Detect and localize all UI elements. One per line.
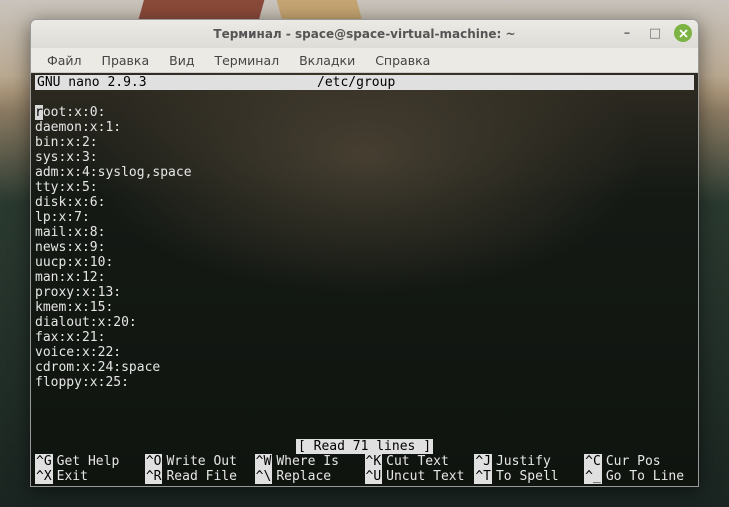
shortcut-key: ^_: [584, 469, 602, 484]
shortcut-label: Go To Line: [602, 469, 684, 484]
shortcut-item: ^CCur Pos: [584, 454, 694, 469]
shortcut-label: Write Out: [162, 454, 236, 469]
shortcut-label: Where Is: [272, 454, 339, 469]
shortcut-key: ^G: [35, 454, 53, 469]
shortcut-label: Exit: [53, 469, 88, 484]
menu-terminal[interactable]: Терминал: [206, 51, 287, 70]
nano-filename: /etc/group: [317, 75, 395, 90]
shortcut-item: ^GGet Help: [35, 454, 145, 469]
shortcut-item: ^XExit: [35, 469, 145, 484]
shortcut-key: ^T: [474, 469, 492, 484]
shortcut-key: ^W: [255, 454, 273, 469]
nano-cursor: r: [35, 105, 43, 120]
menubar: Файл Правка Вид Терминал Вкладки Справка: [31, 48, 698, 73]
shortcut-label: Uncut Text: [382, 469, 464, 484]
titlebar[interactable]: Терминал - space@space-virtual-machine: …: [31, 20, 698, 48]
close-button[interactable]: [674, 24, 692, 42]
nano-shortcut-bar: ^GGet Help^OWrite Out^WWhere Is^KCut Tex…: [35, 454, 694, 484]
menu-edit[interactable]: Правка: [94, 51, 158, 70]
shortcut-key: ^X: [35, 469, 53, 484]
shortcut-item: ^UUncut Text: [365, 469, 475, 484]
shortcut-item: ^KCut Text: [365, 454, 475, 469]
shortcut-key: ^R: [145, 469, 163, 484]
shortcut-key: ^K: [365, 454, 383, 469]
shortcut-label: Replace: [272, 469, 331, 484]
menu-tabs[interactable]: Вкладки: [291, 51, 363, 70]
shortcut-label: Justify: [492, 454, 551, 469]
shortcut-label: Cur Pos: [602, 454, 661, 469]
shortcut-label: Get Help: [53, 454, 120, 469]
terminal-viewport[interactable]: GNU nano 2.9.3 /etc/group root:x:0: daem…: [31, 73, 698, 486]
shortcut-item: ^\Replace: [255, 469, 365, 484]
shortcut-item: ^OWrite Out: [145, 454, 255, 469]
nano-content: root:x:0: daemon:x:1: bin:x:2: sys:x:3: …: [35, 90, 694, 390]
file-text: oot:x:0: daemon:x:1: bin:x:2: sys:x:3: a…: [35, 105, 192, 390]
shortcut-item: ^JJustify: [474, 454, 584, 469]
shortcut-key: ^U: [365, 469, 383, 484]
nano-version: GNU nano 2.9.3: [37, 75, 317, 90]
terminal-window: Терминал - space@space-virtual-machine: …: [30, 19, 699, 487]
shortcut-item: ^_Go To Line: [584, 469, 694, 484]
menu-help[interactable]: Справка: [367, 51, 438, 70]
shortcut-key: ^J: [474, 454, 492, 469]
window-title: Терминал - space@space-virtual-machine: …: [213, 27, 515, 41]
shortcut-label: To Spell: [492, 469, 559, 484]
shortcut-item: ^RRead File: [145, 469, 255, 484]
shortcut-key: ^C: [584, 454, 602, 469]
shortcut-key: ^\: [255, 469, 273, 484]
menu-view[interactable]: Вид: [161, 51, 202, 70]
nano-status-text: [ Read 71 lines ]: [296, 439, 433, 454]
nano-header: GNU nano 2.9.3 /etc/group: [35, 75, 694, 90]
shortcut-key: ^O: [145, 454, 163, 469]
window-controls: – □: [618, 24, 692, 42]
shortcut-item: ^WWhere Is: [255, 454, 365, 469]
minimize-button[interactable]: –: [618, 24, 636, 42]
nano-status: [ Read 71 lines ]: [31, 439, 698, 454]
shortcut-item: ^TTo Spell: [474, 469, 584, 484]
close-icon: [679, 29, 688, 38]
menu-file[interactable]: Файл: [39, 51, 90, 70]
maximize-button[interactable]: □: [646, 24, 664, 42]
shortcut-label: Cut Text: [382, 454, 449, 469]
shortcut-label: Read File: [162, 469, 236, 484]
